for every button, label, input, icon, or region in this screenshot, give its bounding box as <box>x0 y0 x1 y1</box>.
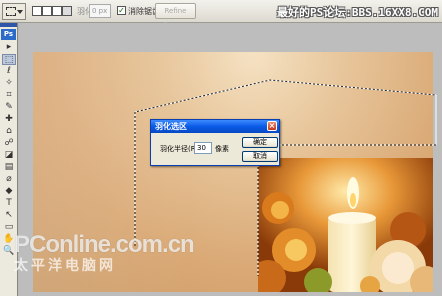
pixels-unit-label: 像素 <box>215 145 229 153</box>
document-canvas[interactable] <box>33 52 433 292</box>
history-brush-tool-icon[interactable]: ☍ <box>2 138 16 149</box>
new-selection-icon[interactable] <box>32 6 42 16</box>
feather-radius-input[interactable]: 30 <box>194 142 212 154</box>
options-bar: 羽化: 0 px ✓ 消除锯齿 Refine Edge... 最好的PS论坛:B… <box>0 0 442 29</box>
chevron-down-icon <box>17 10 23 14</box>
refine-edge-button[interactable]: Refine Edge... <box>155 3 196 29</box>
feather-selection-dialog: 羽化选区 × 羽化半径(R): 30 像素 确定 取消 <box>150 119 280 166</box>
magic-wand-tool-icon[interactable]: ✧ <box>2 78 16 89</box>
ps-logo: Ps <box>1 29 16 40</box>
subtract-from-selection-icon[interactable] <box>52 6 62 16</box>
stamp-tool-icon[interactable]: ⌂ <box>2 126 16 137</box>
add-to-selection-icon[interactable] <box>42 6 52 16</box>
blur-tool-icon[interactable]: ⌀ <box>2 174 16 185</box>
ok-button[interactable]: 确定 <box>242 137 278 148</box>
toolbox: Ps ▸ ⬚ ℓ ✧ ⌗ ✎ ✚ ⌂ ☍ ◪ ▤ ⌀ ◆ T ↖ ▭ ✋ 🔍 <box>0 23 18 296</box>
dialog-titlebar[interactable]: 羽化选区 × <box>151 120 279 133</box>
feather-input[interactable]: 0 px <box>89 4 111 18</box>
eraser-tool-icon[interactable]: ◪ <box>2 150 16 161</box>
antialias-checkbox[interactable]: ✓ <box>117 6 126 15</box>
cancel-button[interactable]: 取消 <box>242 151 278 162</box>
dialog-title: 羽化选区 <box>155 122 187 131</box>
marquee-tool-icon[interactable]: ⬚ <box>2 54 16 65</box>
move-tool-icon[interactable]: ▸ <box>2 42 16 53</box>
zoom-tool-icon[interactable]: 🔍 <box>2 246 16 257</box>
shape-tool-icon[interactable]: ▭ <box>2 222 16 233</box>
photoshop-window: 羽化: 0 px ✓ 消除锯齿 Refine Edge... 最好的PS论坛:B… <box>0 0 442 296</box>
toolbox-grip[interactable] <box>0 23 17 27</box>
crop-tool-icon[interactable]: ⌗ <box>2 90 16 101</box>
candle-photo <box>258 158 433 292</box>
hand-tool-icon[interactable]: ✋ <box>2 234 16 245</box>
watermark-top: 最好的PS论坛:BBS.16XX8.COM <box>277 6 438 19</box>
lasso-tool-icon[interactable]: ℓ <box>2 66 16 77</box>
path-select-tool-icon[interactable]: ↖ <box>2 210 16 221</box>
intersect-selection-icon[interactable] <box>62 6 72 16</box>
tool-preset-picker[interactable] <box>2 3 26 20</box>
rect-marquee-icon <box>6 7 16 16</box>
gradient-tool-icon[interactable]: ▤ <box>2 162 16 173</box>
close-icon[interactable]: × <box>267 121 277 131</box>
brush-tool-icon[interactable]: ✎ <box>2 102 16 113</box>
type-tool-icon[interactable]: T <box>2 198 16 209</box>
pen-tool-icon[interactable]: ◆ <box>2 186 16 197</box>
healing-tool-icon[interactable]: ✚ <box>2 114 16 125</box>
